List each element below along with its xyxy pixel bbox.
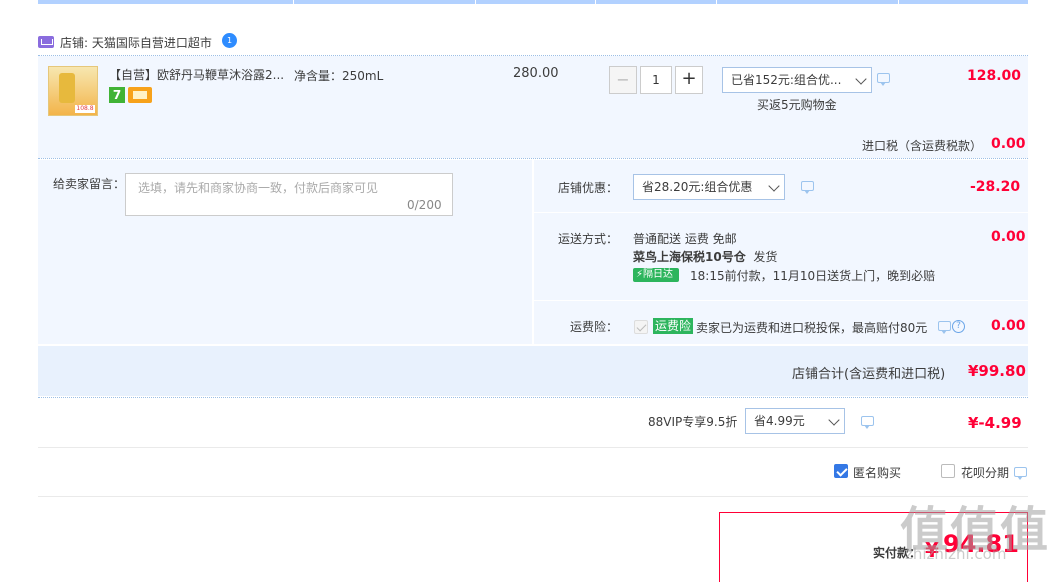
- shipping-origin: 菜鸟上海保税10号仓 发货: [633, 248, 777, 265]
- rebate-text: 买返5元购物金: [757, 98, 837, 112]
- memo-char-count: 0/200: [407, 198, 442, 212]
- insurance-checkbox[interactable]: [634, 320, 648, 334]
- insurance-desc: 卖家已为运费和进口税投保，最高赔付80元: [696, 321, 928, 335]
- vip-discount-select[interactable]: 省4.99元: [745, 408, 845, 434]
- installment-checkbox[interactable]: [941, 464, 955, 478]
- vip-discount-value: ¥-4.99: [968, 414, 1022, 432]
- chevron-down-icon: [855, 73, 867, 85]
- fast-delivery-label: 隔日达: [643, 269, 674, 280]
- store-discount-value: -28.20: [970, 179, 1021, 195]
- store-discount-value-text: 省28.20元:组合优惠: [642, 180, 753, 194]
- watermark-url: zhizhizhi.com: [905, 545, 1007, 563]
- vip-label: 88VIP专享9.5折: [648, 415, 738, 429]
- item-promo-select[interactable]: 已省152元:组合优...: [722, 67, 872, 93]
- thumb-price: 108.8: [75, 105, 95, 113]
- vip-discount-value-text: 省4.99元: [754, 414, 805, 428]
- divider: [38, 496, 1028, 497]
- wangwang-chat-icon[interactable]: 1: [222, 33, 237, 48]
- store-name[interactable]: 店铺: 天猫国际自营进口超市: [60, 34, 212, 51]
- insurance-tag: 运费险: [653, 318, 694, 334]
- ship-suffix: 发货: [753, 250, 778, 264]
- bottle-image: [59, 73, 75, 103]
- comment-icon[interactable]: [801, 181, 814, 194]
- import-tax-value: 0.00: [991, 136, 1026, 152]
- insurance-value: 0.00: [991, 318, 1026, 334]
- quantity-decrease-button[interactable]: −: [609, 66, 637, 94]
- comment-icon[interactable]: [938, 321, 951, 334]
- divider: [534, 212, 1028, 213]
- shipping-method: 普通配送 运费 免邮: [633, 232, 737, 246]
- header-rule: [38, 0, 1028, 4]
- quantity-input[interactable]: 1: [640, 66, 672, 94]
- anonymous-checkbox[interactable]: [834, 464, 848, 478]
- insurance-label: 运费险：: [570, 320, 619, 334]
- chevron-down-icon: [768, 180, 780, 192]
- seven-day-return-icon: 7: [109, 87, 125, 103]
- fast-delivery-badge: ⚡隔日达: [633, 268, 679, 282]
- comment-icon[interactable]: [877, 73, 890, 86]
- import-tax-label: 进口税（含运费税款）: [862, 139, 983, 153]
- store-total-label: 店铺合计(含运费和进口税): [792, 367, 946, 382]
- product-thumbnail[interactable]: 108.8: [48, 66, 98, 116]
- chevron-down-icon: [828, 414, 840, 426]
- divider: [38, 397, 1028, 398]
- divider: [38, 447, 1028, 448]
- divider: [534, 300, 1028, 301]
- item-subtotal: 128.00: [967, 68, 1022, 84]
- item-promo-value: 已省152元:组合优...: [731, 73, 842, 87]
- store-total-value: ¥99.80: [968, 362, 1026, 380]
- store-discount-select[interactable]: 省28.20元:组合优惠: [633, 174, 785, 200]
- credit-card-icon: [128, 87, 152, 103]
- shipping-label: 运送方式：: [558, 232, 619, 246]
- installment-label[interactable]: 花呗分期: [961, 464, 1009, 481]
- memo-label: 给卖家留言：: [53, 177, 126, 191]
- memo-placeholder: 选填，请先和商家协商一致，付款后商家可见: [138, 181, 379, 195]
- product-title[interactable]: 【自营】欧舒丹马鞭草沐浴露2...: [109, 66, 289, 83]
- comment-icon[interactable]: [861, 416, 874, 429]
- quantity-increase-button[interactable]: +: [675, 66, 703, 94]
- shipping-value: 0.00: [991, 229, 1026, 245]
- anonymous-label[interactable]: 匿名购买: [853, 464, 901, 481]
- warehouse-name: 菜鸟上海保税10号仓: [633, 250, 746, 264]
- unit-price: 280.00: [513, 66, 559, 81]
- comment-icon[interactable]: [1014, 467, 1027, 480]
- delivery-eta: 18:15前付款，11月10日送货上门，晚到必赔: [690, 269, 936, 283]
- store-icon: [38, 36, 54, 48]
- help-icon[interactable]: ?: [952, 320, 965, 333]
- divider: [38, 158, 1028, 159]
- product-spec: 净含量：250mL: [294, 69, 384, 83]
- store-discount-label: 店铺优惠：: [558, 181, 619, 195]
